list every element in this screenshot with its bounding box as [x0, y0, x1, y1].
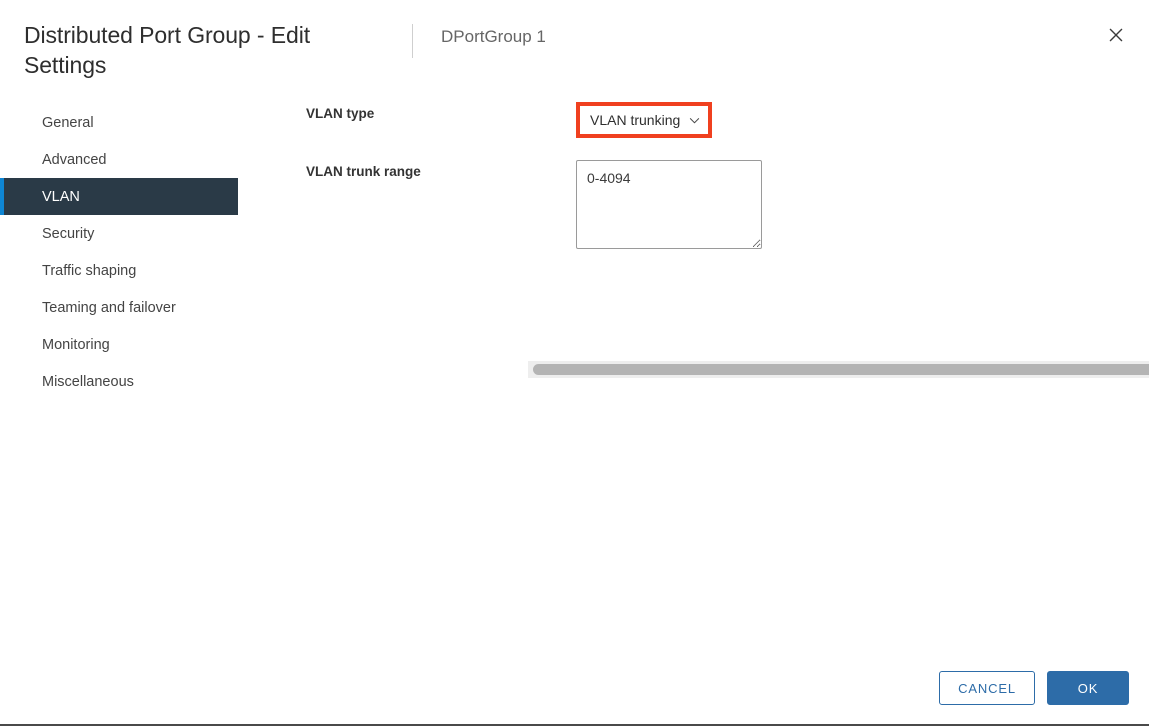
settings-content: VLAN type VLAN trunking VLAN trunk range… [238, 86, 1149, 378]
dialog-body: General Advanced VLAN Security Traffic s… [0, 86, 1149, 652]
vlan-type-select[interactable]: VLAN trunking [582, 108, 707, 132]
vlan-type-selected-value: VLAN trunking [590, 112, 681, 128]
vlan-type-control: VLAN trunking [576, 102, 1149, 138]
sidebar-item-label: Advanced [42, 151, 107, 168]
sidebar-item-traffic-shaping[interactable]: Traffic shaping [0, 252, 238, 289]
sidebar-item-label: VLAN [42, 188, 80, 205]
vlan-trunk-range-input[interactable] [576, 160, 762, 249]
sidebar-item-miscellaneous[interactable]: Miscellaneous [0, 363, 238, 400]
vlan-type-row: VLAN type VLAN trunking [238, 102, 1149, 138]
vlan-trunk-range-row: VLAN trunk range [238, 160, 1149, 249]
sidebar-item-security[interactable]: Security [0, 215, 238, 252]
settings-nav: General Advanced VLAN Security Traffic s… [0, 86, 238, 400]
sidebar-item-teaming-and-failover[interactable]: Teaming and failover [0, 289, 238, 326]
edit-settings-dialog: Distributed Port Group - Edit Settings D… [0, 0, 1149, 726]
sidebar-item-monitoring[interactable]: Monitoring [0, 326, 238, 363]
vlan-settings-form: VLAN type VLAN trunking VLAN trunk range… [238, 86, 1149, 378]
chevron-down-icon [689, 115, 700, 126]
sidebar-item-label: Teaming and failover [42, 299, 176, 316]
sidebar-item-label: Miscellaneous [42, 373, 134, 390]
sidebar-item-label: General [42, 114, 94, 131]
sidebar-item-label: Security [42, 225, 95, 242]
sidebar-item-advanced[interactable]: Advanced [0, 141, 238, 178]
horizontal-scrollbar[interactable] [528, 361, 1149, 378]
highlight-annotation: VLAN trunking [576, 102, 713, 138]
close-icon [1108, 27, 1124, 43]
ok-button[interactable]: OK [1047, 671, 1129, 705]
cancel-button[interactable]: CANCEL [939, 671, 1035, 705]
sidebar-item-vlan[interactable]: VLAN [0, 178, 238, 215]
close-button[interactable] [1103, 22, 1129, 48]
sidebar-item-label: Monitoring [42, 336, 110, 353]
vlan-trunk-range-label: VLAN trunk range [306, 164, 421, 179]
vlan-type-label: VLAN type [306, 106, 375, 121]
sidebar-item-general[interactable]: General [0, 104, 238, 141]
page-title: Distributed Port Group - Edit Settings [24, 22, 310, 79]
dialog-subtitle: DPortGroup 1 [441, 27, 546, 46]
dialog-header: Distributed Port Group - Edit Settings D… [0, 0, 1149, 86]
sidebar-item-label: Traffic shaping [42, 262, 137, 279]
vlan-trunk-range-control [576, 160, 1149, 249]
scrollbar-thumb[interactable] [533, 364, 1149, 375]
dialog-footer: CANCEL OK [0, 652, 1149, 724]
header-divider [412, 24, 413, 58]
